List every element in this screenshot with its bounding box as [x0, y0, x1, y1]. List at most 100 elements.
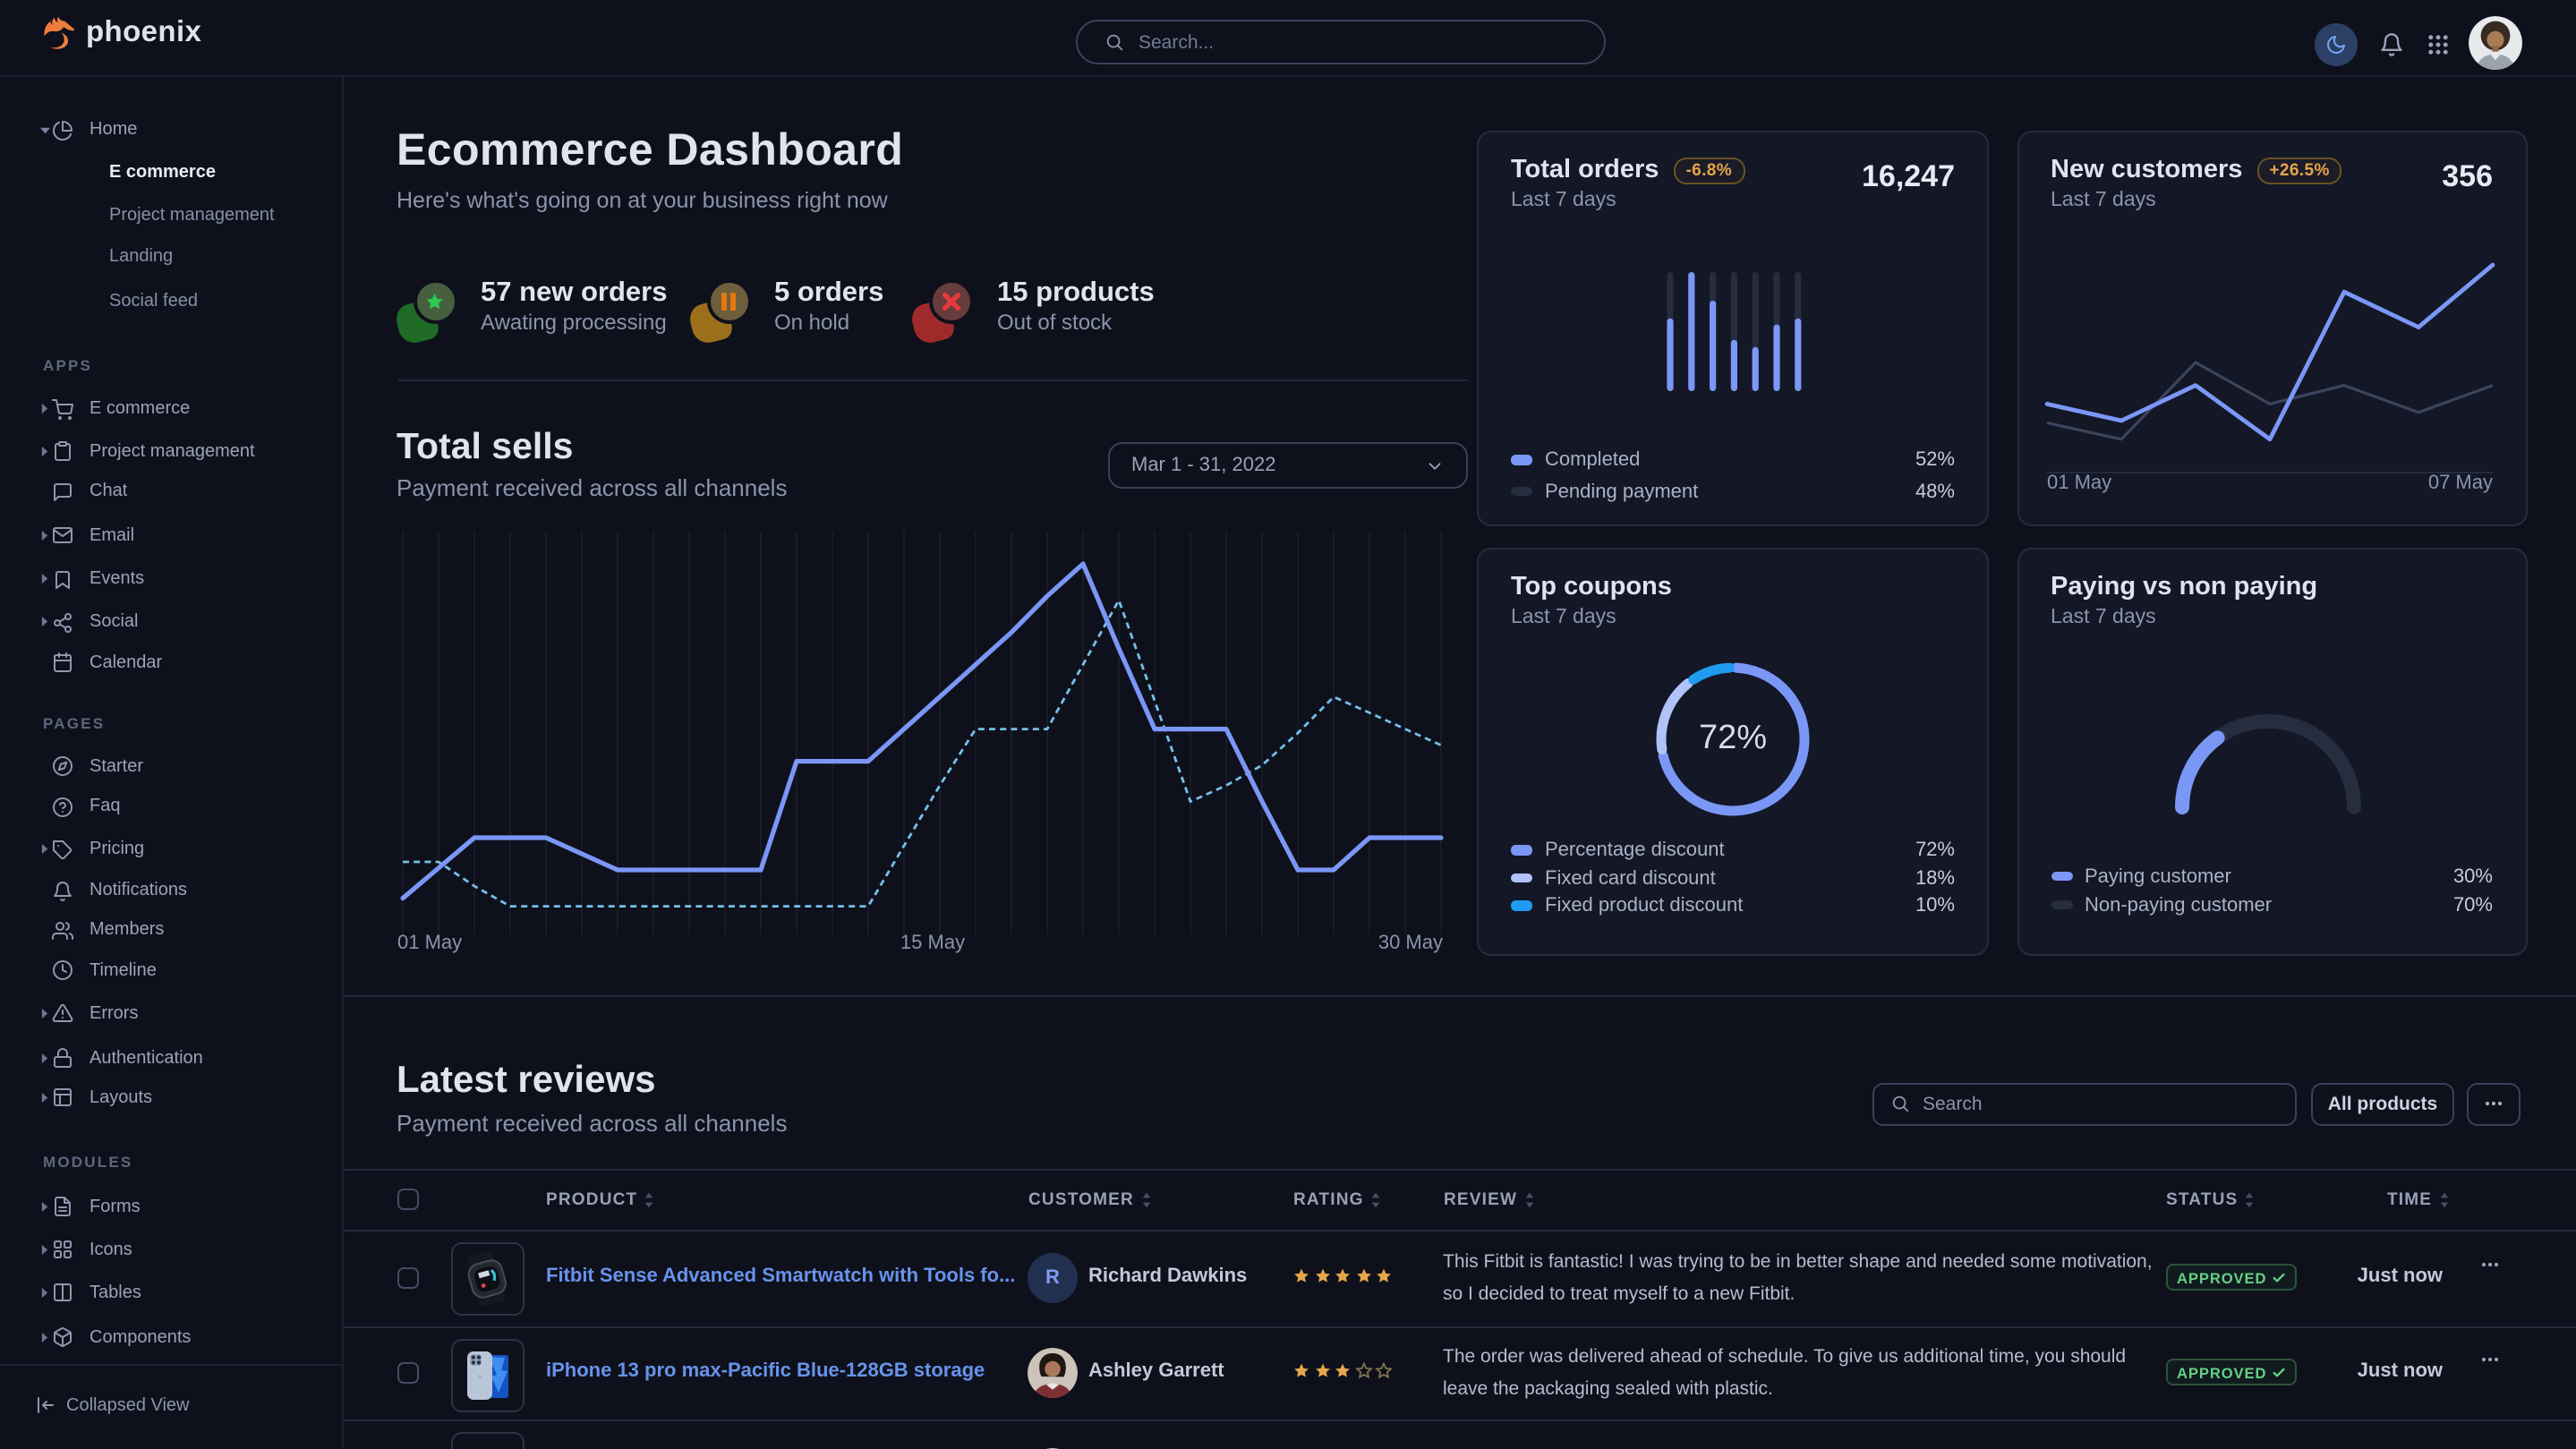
product-link[interactable]: iPhone 13 pro max-Pacific Blue-128GB sto…: [546, 1360, 985, 1382]
sidebar-item-label: Authentication: [90, 1048, 203, 1068]
sidebar-item-pricing[interactable]: Pricing: [0, 828, 344, 871]
sidebar-item-layouts[interactable]: Layouts: [0, 1076, 344, 1119]
sidebar-item-events[interactable]: Events: [0, 558, 344, 601]
reviews-search[interactable]: [1872, 1082, 2297, 1125]
legend-swatch: [2051, 872, 2072, 882]
legend-value: 52%: [1915, 449, 1955, 471]
stat-subtitle: On hold: [774, 310, 883, 337]
stat-pause-icon: [690, 279, 751, 347]
page-subtitle: Here's what's going on at your business …: [397, 187, 888, 212]
product-image-iphone: [458, 1347, 517, 1406]
product-thumbnail[interactable]: [451, 1431, 525, 1449]
reviews-search-input[interactable]: [1923, 1093, 2245, 1114]
avatar-image: [2469, 16, 2522, 70]
sidebar-item-e-commerce[interactable]: E commerce: [0, 388, 344, 430]
product-thumbnail[interactable]: [451, 1241, 525, 1315]
row-checkbox[interactable]: [397, 1267, 418, 1289]
select-all-checkbox[interactable]: [397, 1189, 418, 1210]
date-range-select[interactable]: Mar 1 - 31, 2022: [1108, 442, 1468, 489]
column-header-product[interactable]: PRODUCT: [546, 1183, 653, 1215]
global-search[interactable]: [1076, 20, 1606, 64]
sidebar-item-timeline[interactable]: Timeline: [0, 949, 344, 992]
customer-name[interactable]: Ashley Garrett: [1088, 1360, 1224, 1382]
product-thumbnail[interactable]: [451, 1340, 525, 1413]
sidebar-item-label: Timeline: [90, 960, 157, 980]
brand[interactable]: phoenix: [43, 16, 201, 50]
product-link[interactable]: Fitbit Sense Advanced Smartwatch with To…: [546, 1266, 1015, 1287]
sidebar-item-tables[interactable]: Tables: [0, 1271, 344, 1314]
compass-icon: [52, 755, 73, 777]
message-square-icon: [52, 481, 73, 502]
row-actions-button[interactable]: [2481, 1357, 2499, 1362]
sidebar-section-label-pages: PAGES: [43, 714, 105, 732]
sidebar-item-starter[interactable]: Starter: [0, 745, 344, 788]
paying-vs-non-paying-card: Paying vs non payingLast 7 days Paying c…: [2017, 548, 2527, 955]
column-header-customer[interactable]: CUSTOMER: [1028, 1183, 1150, 1215]
column-header-rating[interactable]: RATING: [1293, 1183, 1380, 1215]
sidebar-item-chat[interactable]: Chat: [0, 470, 344, 513]
mail-icon: [52, 524, 73, 546]
sidebar-item-label: Faq: [90, 797, 120, 816]
legend-item: Paying customer 30%: [2051, 864, 2493, 889]
row-checkbox[interactable]: [397, 1362, 418, 1384]
sidebar-item-members[interactable]: Members: [0, 908, 344, 951]
product-image-smartwatch: [458, 1249, 517, 1308]
sidebar-subitem-project-management[interactable]: Project management: [109, 193, 275, 236]
review-time: Just now: [2358, 1360, 2443, 1382]
sidebar-subitem-landing[interactable]: Landing: [109, 235, 173, 278]
sidebar-subitem-e-commerce[interactable]: E commerce: [109, 151, 216, 194]
caret-right-icon: [36, 1008, 54, 1019]
sidebar-item-errors[interactable]: Errors: [0, 992, 344, 1035]
legend-value: 72%: [1915, 840, 1955, 861]
users-icon: [52, 919, 73, 941]
sidebar-item-label: Calendar: [90, 652, 162, 672]
main-content: Ecommerce Dashboard Here's what's going …: [344, 77, 2576, 1449]
sidebar-item-authentication[interactable]: Authentication: [0, 1036, 344, 1079]
apps-menu-button[interactable]: [2427, 33, 2448, 55]
sidebar-item-social[interactable]: Social: [0, 601, 344, 644]
sidebar-item-home[interactable]: Home: [0, 108, 344, 151]
column-header-review[interactable]: REVIEW: [1444, 1183, 1533, 1215]
customer-name[interactable]: Richard Dawkins: [1088, 1266, 1247, 1287]
theme-toggle-button[interactable]: [2314, 22, 2357, 65]
stat-x-circle-icon: [913, 279, 974, 347]
column-header-status[interactable]: STATUS: [2166, 1183, 2254, 1215]
legend-item: Non-paying customer 70%: [2051, 892, 2493, 917]
notifications-button[interactable]: [2379, 31, 2404, 65]
search-icon: [1890, 1094, 1910, 1113]
chevron-down-icon: [1425, 456, 1445, 475]
sidebar: HomeE commerceProject managementLandingS…: [0, 77, 344, 1449]
column-header-time[interactable]: TIME: [2387, 1183, 2448, 1215]
sidebar-item-project-management[interactable]: Project management: [0, 430, 344, 473]
legend-item: Completed 52%: [1511, 447, 1955, 473]
row-actions-button[interactable]: [2481, 1262, 2499, 1267]
sidebar-subitem-social-feed[interactable]: Social feed: [109, 279, 198, 322]
global-search-input[interactable]: [1139, 31, 1550, 53]
sidebar-item-label: Chat: [90, 482, 127, 501]
bookmark-icon: [52, 568, 73, 590]
sidebar-item-notifications[interactable]: Notifications: [0, 869, 344, 912]
tag-icon: [52, 839, 73, 860]
sidebar-item-faq[interactable]: Faq: [0, 785, 344, 828]
box-icon: [52, 1326, 73, 1348]
sidebar-item-label: Starter: [90, 756, 143, 776]
new-customers-card: New customers+26.5%356Last 7 days01 May0…: [2017, 131, 2527, 525]
x-axis-label: 01 May: [2046, 471, 2111, 493]
legend-label: Paying customer: [2085, 865, 2231, 887]
caret-right-icon: [36, 617, 54, 628]
sidebar-collapse-toggle[interactable]: Collapsed View: [0, 1384, 344, 1427]
sidebar-item-icons[interactable]: Icons: [0, 1228, 344, 1271]
sidebar-item-email[interactable]: Email: [0, 514, 344, 557]
all-products-button[interactable]: All products: [2311, 1082, 2454, 1125]
table-border: [344, 1229, 2576, 1231]
review-text: The order was delivered ahead of schedul…: [1443, 1341, 2162, 1405]
moon-icon: [2324, 33, 2346, 55]
sidebar-item-calendar[interactable]: Calendar: [0, 641, 344, 684]
sidebar-item-forms[interactable]: Forms: [0, 1185, 344, 1228]
reviews-more-button[interactable]: [2467, 1082, 2521, 1125]
legend-swatch: [1511, 487, 1532, 497]
user-avatar[interactable]: [2469, 16, 2522, 70]
caret-right-icon: [36, 1244, 54, 1256]
top-navbar: phoenix: [0, 0, 2576, 77]
sidebar-item-components[interactable]: Components: [0, 1316, 344, 1359]
